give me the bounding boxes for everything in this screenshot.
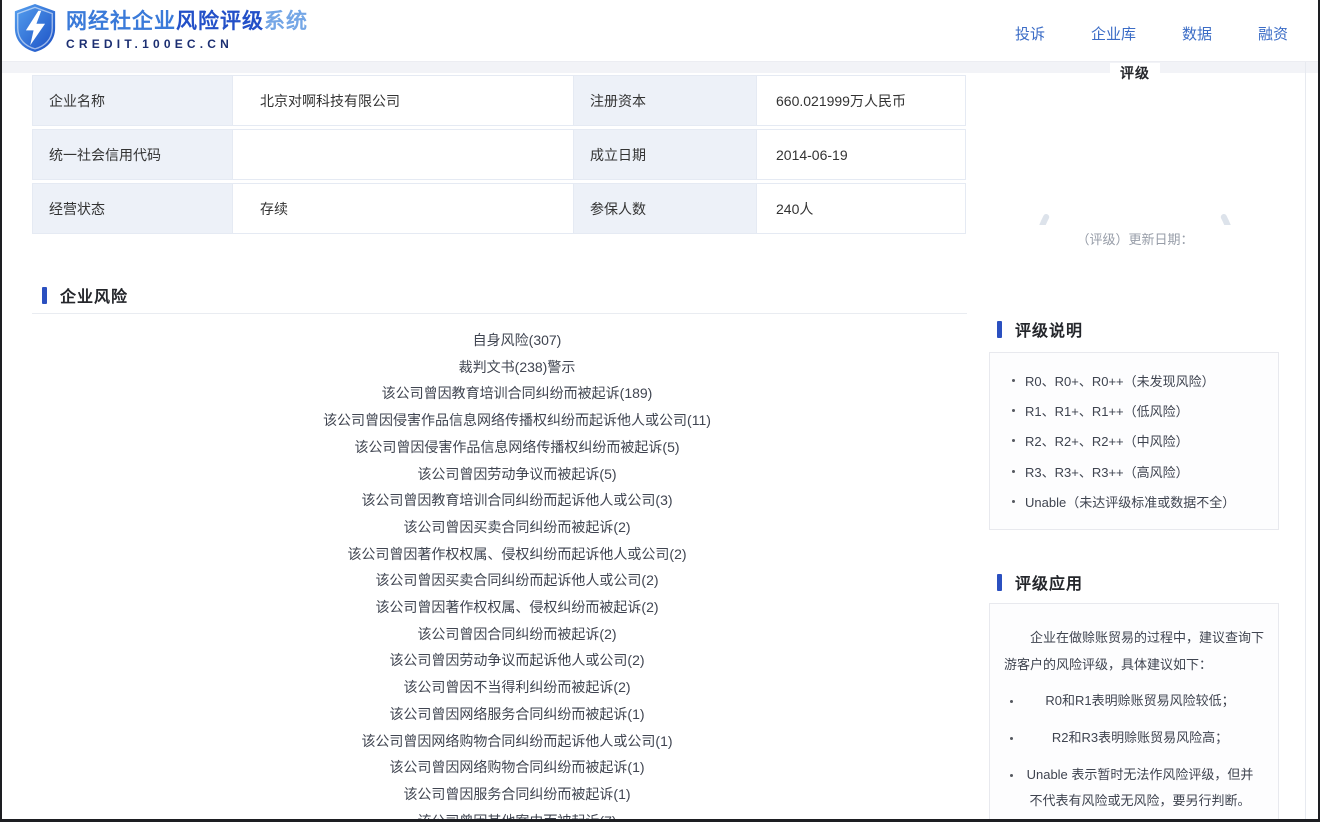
risk-item: 该公司曾因侵害作品信息网络传播权纠纷而起诉他人或公司(11) (323, 412, 711, 429)
rating-usage-box: 企业在做赊账贸易的过程中，建议查询下游客户的风险评级，具体建议如下： R0和R1… (989, 603, 1279, 819)
risk-item: 该公司曾因著作权权属、侵权纠纷而起诉他人或公司(2) (347, 545, 687, 562)
info-value (232, 129, 574, 180)
bullet-dot-icon (1012, 500, 1015, 504)
table-row: 经营状态 存续 参保人数 240人 (32, 183, 966, 234)
risk-item: 该公司曾因不当得利纠纷而被起诉(2) (403, 679, 631, 696)
bullet-dot-icon (1012, 439, 1015, 443)
usage-intro: 企业在做赊账贸易的过程中，建议查询下游客户的风险评级，具体建议如下： (1004, 630, 1265, 672)
legend-item: R1、R1+、R1++（低风险） (1002, 401, 1266, 420)
usage-item: R0和R1表明赊账贸易风险较低； (1002, 688, 1266, 714)
nav-link[interactable]: 数据 (1182, 23, 1212, 44)
info-value: 2014-06-19 (756, 129, 966, 180)
risk-item: 该公司曾因买卖合同纠纷而起诉他人或公司(2) (375, 572, 659, 589)
legend-item: Unable（未达评级标准或数据不全） (1002, 492, 1266, 511)
info-label: 统一社会信用代码 (32, 129, 233, 180)
table-row: 统一社会信用代码 成立日期 2014-06-19 (32, 129, 966, 180)
legend-section-title: 评级说明 (1015, 323, 1084, 340)
info-label: 成立日期 (573, 129, 757, 180)
bullet-dot-icon (1010, 700, 1013, 703)
info-label: 企业名称 (32, 75, 233, 126)
legend-item: R0、R0+、R0++（未发现风险） (1002, 371, 1266, 390)
bullet-dot-icon (1010, 737, 1013, 740)
bullet-dot-icon (1012, 378, 1015, 382)
bullet-dot-icon (1010, 774, 1013, 777)
risk-item: 该公司曾因教育培训合同纠纷而被起诉(189) (381, 385, 653, 402)
info-label: 经营状态 (32, 183, 233, 234)
table-row: 企业名称 北京对啊科技有限公司 注册资本 660.021999万人民币 (32, 75, 966, 126)
legend-item: R3、R3+、R3++（高风险） (1002, 462, 1266, 481)
info-value: 660.021999万人民币 (756, 75, 966, 126)
risk-item: 该公司曾因合同纠纷而被起诉(2) (417, 625, 617, 642)
page: 网经社企业风险评级系统 CREDIT.100EC.CN 投诉 企业库 数据 融资 企业… (0, 0, 1320, 822)
risk-item: 该公司曾因侵害作品信息网络传播权纠纷而被起诉(5) (354, 438, 680, 455)
rating-update-date: （评级）更新日期： (1076, 232, 1194, 247)
usage-section-header: 评级应用 (997, 570, 1083, 594)
risk-item: 该公司曾因其他案由而被起诉(7) (417, 812, 617, 822)
section-bar-icon (997, 573, 1002, 591)
site-title: 网经社企业风险评级系统 (66, 10, 308, 33)
risk-item: 该公司曾因服务合同纠纷而被起诉(1) (403, 785, 631, 802)
risk-item: 该公司曾因网络服务合同纠纷而被起诉(1) (389, 705, 645, 722)
info-label: 参保人数 (573, 183, 757, 234)
nav-link[interactable]: 融资 (1258, 23, 1288, 44)
risk-item: 该公司曾因网络购物合同纠纷而被起诉(1) (389, 759, 645, 776)
risk-item: 该公司曾因劳动争议而起诉他人或公司(2) (389, 652, 645, 669)
right-edge-line (1305, 62, 1306, 819)
risk-list: 自身风险(307) 裁判文书(238)警示该公司曾因教育培训合同纠纷而被起诉(18… (62, 327, 972, 822)
bullet-dot-icon (1012, 469, 1015, 473)
legend-item: R2、R2+、R2++（中风险） (1002, 431, 1266, 450)
risk-section-divider (32, 313, 967, 314)
legend-section-header: 评级说明 (997, 317, 1083, 341)
risk-item: 该公司曾因教育培训合同纠纷而起诉他人或公司(3) (361, 492, 673, 509)
nav-link[interactable]: 企业库 (1091, 23, 1136, 44)
site-subtitle: CREDIT.100EC.CN (66, 37, 234, 51)
risk-item: 该公司曾因网络购物合同纠纷而起诉他人或公司(1) (361, 732, 673, 749)
main-nav: 投诉 企业库 数据 融资 (1015, 17, 1288, 44)
rating-title: 评级 (1110, 63, 1160, 83)
top-header: 网经社企业风险评级系统 CREDIT.100EC.CN 投诉 企业库 数据 融资 (2, 0, 1318, 62)
rating-gauge-arc (1039, 214, 1231, 225)
info-label: 注册资本 (573, 75, 757, 126)
company-info-table: 企业名称 北京对啊科技有限公司 注册资本 660.021999万人民币 统一社会… (32, 75, 966, 237)
usage-item: R2和R3表明赊账贸易风险高； (1002, 725, 1266, 751)
section-bar-icon (42, 286, 47, 304)
risk-item: 裁判文书(238)警示 (458, 358, 576, 375)
info-value: 北京对啊科技有限公司 (232, 75, 574, 126)
risk-item: 该公司曾因著作权权属、侵权纠纷而被起诉(2) (375, 599, 659, 616)
bullet-dot-icon (1012, 409, 1015, 413)
logo-text: 网经社企业风险评级系统 CREDIT.100EC.CN (66, 10, 308, 51)
usage-list: R0和R1表明赊账贸易风险较低； R2和R3表明赊账贸易风险高； Unable … (1002, 688, 1266, 814)
risk-item: 该公司曾因买卖合同纠纷而被起诉(2) (403, 518, 631, 535)
info-value: 存续 (232, 183, 574, 234)
usage-section-title: 评级应用 (1015, 576, 1084, 593)
nav-link[interactable]: 投诉 (1015, 23, 1045, 44)
rating-gauge-panel: 评级 （评级）更新日期： (1002, 62, 1268, 257)
site-logo[interactable]: 网经社企业风险评级系统 CREDIT.100EC.CN (12, 3, 308, 58)
section-bar-icon (997, 320, 1002, 338)
risk-section-header: 企业风险 (42, 283, 128, 307)
usage-item: Unable 表示暂时无法作风险评级，但并不代表有风险或无风险，要另行判断。 (1002, 762, 1266, 814)
info-value: 240人 (756, 183, 966, 234)
risk-item: 该公司曾因劳动争议而被起诉(5) (417, 465, 617, 482)
shield-lightning-icon (12, 3, 58, 58)
rating-legend-box: R0、R0+、R0++（未发现风险） R1、R1+、R1++（低风险） R2、R… (989, 352, 1279, 530)
risk-section-title: 企业风险 (60, 289, 129, 306)
risk-item: 自身风险(307) (472, 332, 562, 348)
